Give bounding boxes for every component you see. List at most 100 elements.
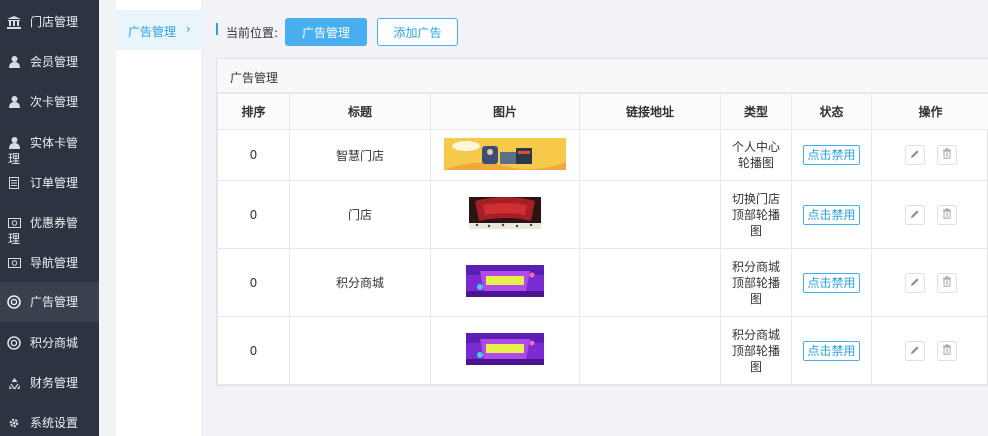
sidebar-item-label: 门店管理: [30, 15, 79, 29]
pencil-icon: [910, 148, 920, 162]
table-header-row: 排序 标题 图片 链接地址 类型 状态 操作: [217, 93, 988, 130]
sidebar-item-label: 实体卡管理: [8, 136, 79, 166]
title-cell: [289, 316, 431, 385]
disable-toggle-button[interactable]: 点击禁用: [803, 272, 860, 293]
recycle-icon: [7, 376, 21, 390]
table-row: 0 积分商城顶部轮播图 点击禁用: [217, 316, 988, 385]
delete-button[interactable]: [936, 204, 957, 225]
document-icon: [7, 176, 21, 190]
sidebar-item-label: 广告管理: [30, 295, 79, 309]
column-header: 链接地址: [579, 93, 721, 130]
ad-image-thumbnail[interactable]: [466, 265, 544, 300]
lifebuoy-icon: [7, 336, 21, 350]
chevron-right-icon: ›: [186, 22, 191, 36]
actions-cell: [871, 316, 988, 385]
sidebar-item-ads[interactable]: 广告管理: [0, 282, 99, 322]
trash-icon: [942, 148, 952, 162]
panel-header: 广告管理: [217, 59, 988, 93]
sidebar-item-label: 导航管理: [30, 256, 79, 270]
link-cell: [579, 180, 721, 249]
column-header: 状态: [791, 93, 872, 130]
link-cell: [579, 316, 721, 385]
edit-button[interactable]: [904, 272, 925, 293]
sidebar-item-label: 系统设置: [30, 416, 79, 430]
edit-button[interactable]: [904, 340, 925, 361]
bank-icon: [7, 15, 21, 29]
sidebar-item-label: 订单管理: [30, 176, 79, 190]
ads-table: 排序 标题 图片 链接地址 类型 状态 操作 0 智慧门店 个人中心轮播图 点击…: [217, 93, 988, 385]
image-cell: [430, 316, 580, 385]
lifebuoy-icon: [7, 295, 21, 309]
status-cell: 点击禁用: [791, 180, 872, 249]
link-cell: [579, 248, 721, 317]
delete-button[interactable]: [936, 340, 957, 361]
breadcrumb-label: 当前位置:: [226, 26, 279, 40]
status-cell: 点击禁用: [791, 248, 872, 317]
user-icon: [7, 95, 21, 109]
type-cell: 积分商城顶部轮播图: [720, 316, 792, 385]
panel-title: 广告管理: [230, 71, 279, 85]
trash-icon: [942, 207, 952, 222]
actions-cell: [871, 129, 988, 181]
disable-toggle-button[interactable]: 点击禁用: [803, 204, 860, 225]
submenu-item-ads[interactable]: 广告管理 ›: [116, 10, 203, 50]
gear-icon: [7, 416, 21, 430]
disable-toggle-button[interactable]: 点击禁用: [803, 340, 860, 361]
user-icon: [7, 55, 21, 69]
ad-image-thumbnail[interactable]: [444, 137, 566, 173]
image-cell: [430, 248, 580, 317]
type-cell: 积分商城顶部轮播图: [720, 248, 792, 317]
add-ad-button[interactable]: 添加广告: [377, 18, 458, 46]
sidebar-item-label: 会员管理: [30, 55, 79, 69]
delete-button[interactable]: [936, 272, 957, 293]
type-cell: 切换门店顶部轮播图: [720, 180, 792, 249]
title-cell: 积分商城: [289, 248, 431, 317]
status-cell: 点击禁用: [791, 129, 872, 181]
column-header: 图片: [430, 93, 580, 130]
column-header: 类型: [720, 93, 792, 130]
table-row: 0 积分商城 积分商城顶部轮播图 点击禁用: [217, 248, 988, 317]
order-cell: 0: [217, 129, 290, 181]
column-header: 排序: [217, 93, 290, 130]
ad-image-thumbnail[interactable]: [469, 197, 541, 232]
image-cell: [430, 180, 580, 249]
pencil-icon: [910, 276, 920, 290]
sidebar: 门店管理 会员管理 次卡管理 实体卡管理 订单管理 优惠券管理 导航管理 广告管…: [0, 0, 99, 436]
trash-icon: [942, 275, 952, 290]
submenu-item-label: 广告管理: [128, 25, 177, 39]
actions-cell: [871, 248, 988, 317]
trash-icon: [942, 343, 952, 358]
title-cell: 门店: [289, 180, 431, 249]
table-row: 0 门店 切换门店顶部轮播图 点击禁用: [217, 180, 988, 249]
sidebar-item-label: 优惠券管理: [8, 216, 79, 246]
sidebar-item-label: 次卡管理: [30, 95, 79, 109]
column-header: 标题: [289, 93, 431, 130]
sidebar-gap: [99, 0, 116, 436]
ads-panel: 广告管理 排序 标题 图片 链接地址 类型 状态 操作 0 智慧门店 个人中心轮…: [216, 58, 988, 386]
pencil-icon: [910, 208, 920, 222]
secondary-menu: 广告管理 ›: [116, 0, 203, 436]
title-cell: 智慧门店: [289, 129, 431, 181]
ticket-icon: [7, 256, 21, 270]
sidebar-item-label: 积分商城: [30, 336, 79, 350]
order-cell: 0: [217, 248, 290, 317]
column-header: 操作: [871, 93, 988, 130]
link-cell: [579, 129, 721, 181]
sidebar-item-label: 财务管理: [30, 376, 79, 390]
main-content: 当前位置: 广告管理 添加广告 广告管理 排序 标题 图片 链接地址 类型 状态…: [204, 0, 988, 436]
ad-image-thumbnail[interactable]: [466, 333, 544, 368]
edit-button[interactable]: [904, 145, 925, 165]
status-cell: 点击禁用: [791, 316, 872, 385]
image-cell: [430, 129, 580, 181]
disable-toggle-button[interactable]: 点击禁用: [803, 145, 860, 165]
breadcrumb-accent-bar: [216, 23, 218, 35]
order-cell: 0: [217, 316, 290, 385]
table-row: 0 智慧门店 个人中心轮播图 点击禁用: [217, 129, 988, 181]
current-page-button[interactable]: 广告管理: [285, 18, 367, 46]
order-cell: 0: [217, 180, 290, 249]
delete-button[interactable]: [936, 145, 957, 165]
pencil-icon: [910, 344, 920, 358]
type-cell: 个人中心轮播图: [720, 129, 792, 181]
actions-cell: [871, 180, 988, 249]
edit-button[interactable]: [904, 204, 925, 225]
